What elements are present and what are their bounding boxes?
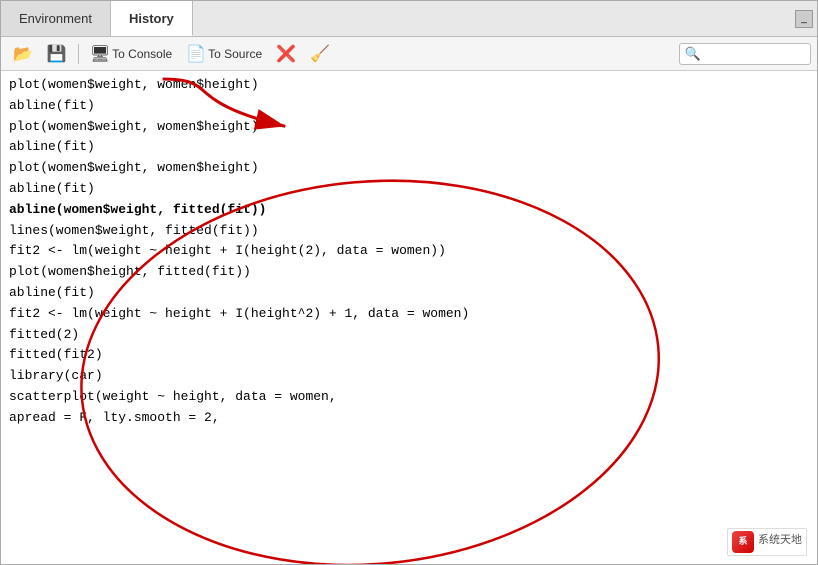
to-console-icon: 🖥 [90,44,110,64]
separator-1 [78,44,79,64]
code-line: plot(women$weight, women$height) [9,158,809,179]
code-line: abline(fit) [9,283,809,304]
code-line: plot(women$weight, women$height) [9,117,809,138]
code-line: abline(fit) [9,179,809,200]
broom-button[interactable]: 🧹 [304,41,336,67]
code-line: lines(women$weight, fitted(fit)) [9,221,809,242]
code-area[interactable]: plot(women$weight, women$height)abline(f… [1,71,817,564]
code-line: plot(women$weight, women$height) [9,75,809,96]
code-line: plot(women$height, fitted(fit)) [9,262,809,283]
minimize-button[interactable]: _ [795,10,813,28]
code-lines: plot(women$weight, women$height)abline(f… [9,75,809,429]
code-line: fitted(fit2) [9,345,809,366]
to-console-button[interactable]: 🖥 To Console [84,41,178,67]
tab-environment[interactable]: Environment [1,1,111,36]
code-line: fit2 <- lm(weight ~ height + I(height^2)… [9,304,809,325]
save-icon: 💾 [47,44,67,64]
code-line: fit2 <- lm(weight ~ height + I(height(2)… [9,241,809,262]
tab-bar: Environment History _ [1,1,817,37]
search-input[interactable] [705,47,805,61]
load-button[interactable]: 📂 [7,41,39,67]
code-line: library(car) [9,366,809,387]
broom-icon: 🧹 [310,44,330,64]
to-source-icon: 📄 [186,44,206,64]
tab-history[interactable]: History [111,1,193,36]
tab-spacer [193,1,795,36]
watermark: 系 系统天地 [727,528,807,556]
search-box[interactable]: 🔍 [679,43,811,65]
code-line: abline(fit) [9,96,809,117]
watermark-icon: 系 [732,531,754,553]
code-line: apread = F, lty.smooth = 2, [9,408,809,429]
main-window: Environment History _ 📂 💾 🖥 To Console 📄… [0,0,818,565]
load-icon: 📂 [13,44,33,64]
to-source-button[interactable]: 📄 To Source [180,41,268,67]
code-line: fitted(2) [9,325,809,346]
search-icon: 🔍 [685,46,701,62]
delete-icon: ❌ [276,44,296,64]
code-line: scatterplot(weight ~ height, data = wome… [9,387,809,408]
save-button[interactable]: 💾 [41,41,73,67]
watermark-text: 系统天地 [758,533,802,551]
delete-button[interactable]: ❌ [270,41,302,67]
code-line: abline(fit) [9,137,809,158]
code-line: abline(women$weight, fitted(fit)) [9,200,809,221]
toolbar: 📂 💾 🖥 To Console 📄 To Source ❌ 🧹 🔍 [1,37,817,71]
